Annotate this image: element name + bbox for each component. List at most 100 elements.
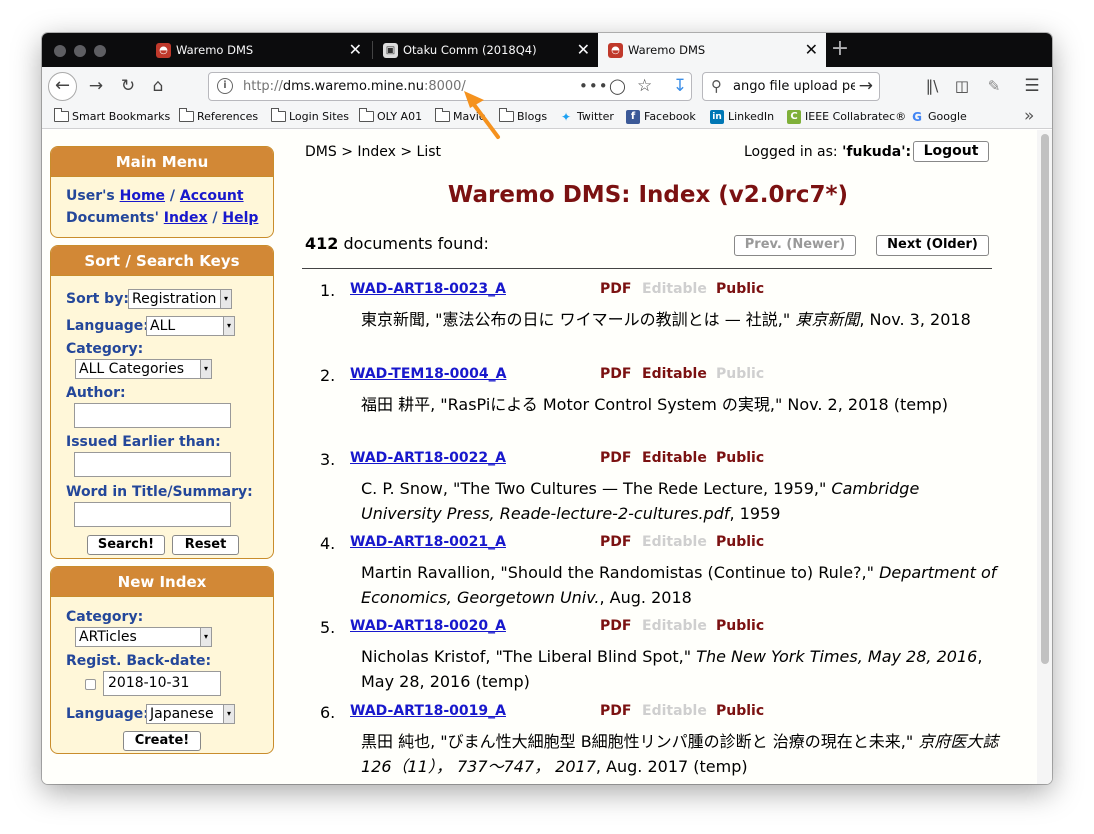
close-tab-icon[interactable]: ✕ (349, 33, 362, 67)
forward-arrow-icon[interactable]: → (82, 72, 110, 100)
new-category-select[interactable]: ARTicles ▾ (75, 627, 212, 647)
backdate-label: Regist. Back-date: (66, 653, 212, 669)
bookmark-blogs[interactable]: Blogs (499, 105, 547, 129)
public-flag[interactable]: Public (716, 534, 764, 550)
backdate-checkbox[interactable] (85, 679, 96, 690)
document-id-link[interactable]: WAD-ART18-0020_A (350, 618, 506, 634)
pdf-flag[interactable]: PDF (600, 534, 631, 550)
close-window-dot[interactable] (54, 45, 66, 57)
sidebar-icon[interactable]: ◫ (948, 72, 976, 100)
logged-in-label: Logged in as: (744, 144, 838, 160)
document-number: 5. (320, 618, 336, 637)
new-language-select[interactable]: Japanese ▾ (146, 704, 235, 724)
search-input[interactable]: ango file upload pe (733, 73, 855, 100)
issued-earlier-input[interactable] (74, 452, 231, 477)
document-description: Nicholas Kristof, "The Liberal Blind Spo… (361, 644, 1001, 694)
sort-by-select[interactable]: Registration ▾ (128, 289, 232, 309)
bookmarks-overflow-chevron-icon[interactable]: » (1024, 105, 1034, 127)
documents-label: Documents' (66, 210, 159, 226)
description-date: , Aug. 2017 (temp) (595, 757, 748, 776)
close-tab-icon[interactable]: ✕ (805, 33, 818, 67)
tab-waremo-1[interactable]: ◓ Waremo DMS ✕ (146, 33, 370, 67)
document-number: 1. (320, 281, 336, 300)
bookmark-google[interactable]: G Google (910, 105, 967, 129)
url-text[interactable]: http://dms.waremo.mine.nu:8000/ (243, 73, 466, 100)
bookmark-star-icon[interactable]: ☆ (637, 73, 652, 100)
pdf-flag[interactable]: PDF (600, 281, 631, 297)
bookmark-references[interactable]: References (179, 105, 258, 129)
bookmark-login-sites[interactable]: Login Sites (271, 105, 349, 129)
pdf-flag[interactable]: PDF (600, 366, 631, 382)
document-id-link[interactable]: WAD-ART18-0019_A (350, 703, 506, 719)
word-in-title-input[interactable] (74, 502, 231, 527)
create-button[interactable]: Create! (123, 731, 201, 751)
public-flag: Public (716, 366, 765, 382)
ieee-icon: C (787, 110, 801, 124)
prev-newer-button[interactable]: Prev. (Newer) (734, 235, 856, 256)
home-icon[interactable]: ⌂ (144, 72, 172, 100)
search-bar[interactable]: ⚲ ango file upload pe → (702, 72, 880, 101)
language-select[interactable]: ALL ▾ (146, 316, 235, 336)
pdf-flag[interactable]: PDF (600, 703, 631, 719)
public-flag[interactable]: Public (716, 618, 764, 634)
document-id-link[interactable]: WAD-ART18-0021_A (350, 534, 506, 550)
public-flag[interactable]: Public (716, 281, 764, 297)
backdate-input[interactable]: 2018-10-31 (103, 671, 221, 696)
bookmark-mavie[interactable]: Mavie (435, 105, 486, 129)
search-go-arrow-icon[interactable]: → (859, 73, 873, 100)
reset-button[interactable]: Reset (172, 535, 239, 555)
category-select[interactable]: ALL Categories ▾ (75, 359, 212, 379)
download-icon[interactable]: ↧ (666, 72, 694, 100)
description-text: Nicholas Kristof, "The Liberal Blind Spo… (361, 647, 697, 666)
tab-otaku[interactable]: ▣ Otaku Comm (2018Q4) ✕ (373, 33, 598, 67)
library-icon[interactable]: ‖\ (918, 72, 946, 100)
scrollbar-thumb[interactable] (1041, 134, 1049, 664)
info-icon[interactable]: i (217, 78, 233, 94)
extension-icon[interactable]: ✎ (980, 72, 1008, 100)
author-input[interactable] (74, 403, 231, 428)
editable-flag[interactable]: Editable (642, 450, 707, 466)
pocket-icon[interactable]: ◯ (609, 73, 626, 100)
close-tab-icon[interactable]: ✕ (577, 33, 590, 67)
tab-waremo-active[interactable]: ◓ Waremo DMS ✕ (598, 33, 826, 67)
zoom-window-dot[interactable] (94, 45, 106, 57)
bookmark-facebook[interactable]: f Facebook (626, 105, 696, 129)
logout-button[interactable]: Logout (913, 141, 989, 162)
menu-icon[interactable]: ☰ (1018, 72, 1046, 100)
description-source: 東京新聞 (795, 310, 860, 329)
home-link[interactable]: Home (120, 188, 165, 204)
public-flag[interactable]: Public (716, 703, 764, 719)
dropdown-arrow-icon: ▾ (200, 360, 211, 378)
search-icon: ⚲ (711, 77, 722, 95)
document-number: 2. (320, 366, 336, 385)
document-id-link[interactable]: WAD-ART18-0022_A (350, 450, 506, 466)
editable-flag[interactable]: Editable (642, 366, 707, 382)
bookmark-smart-bookmarks[interactable]: Smart Bookmarks (54, 105, 170, 129)
next-older-button[interactable]: Next (Older) (876, 235, 989, 256)
reload-icon[interactable]: ↻ (114, 72, 142, 100)
tab-bar: ◓ Waremo DMS ✕ ▣ Otaku Comm (2018Q4) ✕ ◓… (42, 33, 1052, 67)
back-arrow-icon[interactable]: ← (48, 72, 77, 101)
new-tab-button[interactable]: + (828, 33, 852, 67)
sort-by-label: Sort by: (66, 291, 129, 307)
bookmark-ieee-collabratec[interactable]: C IEEE Collabratec® (787, 105, 906, 129)
account-link[interactable]: Account (180, 188, 244, 204)
document-id-link[interactable]: WAD-ART18-0023_A (350, 281, 506, 297)
editable-flag: Editable (642, 281, 707, 297)
pdf-flag[interactable]: PDF (600, 450, 631, 466)
search-button[interactable]: Search! (87, 535, 165, 555)
public-flag[interactable]: Public (716, 450, 764, 466)
minimize-window-dot[interactable] (74, 45, 86, 57)
bookmark-oly-a01[interactable]: OLY A01 (359, 105, 422, 129)
help-link[interactable]: Help (222, 210, 258, 226)
dropdown-arrow-icon: ▾ (220, 290, 231, 308)
document-id-link[interactable]: WAD-TEM18-0004_A (350, 366, 506, 382)
users-links-line: User's Home / Account (66, 188, 244, 204)
index-link[interactable]: Index (164, 210, 208, 226)
bookmark-linkedin[interactable]: in LinkedIn (710, 105, 774, 129)
bookmark-twitter[interactable]: ✦ Twitter (559, 105, 614, 129)
page-actions-icon[interactable]: ••• (579, 73, 609, 100)
url-bar[interactable]: i http://dms.waremo.mine.nu:8000/ ••• ◯ … (208, 72, 692, 101)
dropdown-arrow-icon: ▾ (223, 705, 234, 723)
pdf-flag[interactable]: PDF (600, 618, 631, 634)
